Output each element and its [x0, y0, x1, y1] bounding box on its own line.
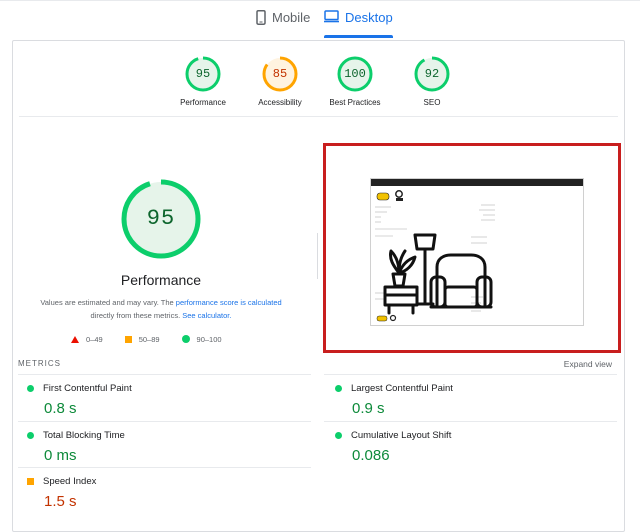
gauge-ring: 85 [262, 56, 298, 92]
status-dot-icon [27, 432, 34, 439]
gauge-best-practices[interactable]: 100 Best Practices [312, 56, 398, 107]
metric-cls: Cumulative Layout Shift 0.086 [335, 430, 615, 464]
gauge-label: SEO [423, 98, 441, 107]
legend-range: 90–100 [196, 334, 222, 344]
legend-pass: 90–100 [181, 332, 222, 346]
metric-value: 1.5 s [44, 493, 77, 510]
see-calculator-link[interactable]: See calculator. [182, 311, 231, 320]
status-dot-icon [335, 385, 342, 392]
active-tab-indicator [324, 35, 393, 38]
gauge-ring: 92 [414, 56, 450, 92]
metric-value: 0.9 s [352, 400, 385, 417]
metric-lcp: Largest Contentful Paint 0.9 s [335, 383, 615, 417]
page-screenshot-thumbnail[interactable] [370, 178, 584, 326]
mobile-phone-icon [256, 10, 266, 25]
gauge-performance[interactable]: 95 Performance [160, 56, 246, 107]
status-square-icon [27, 478, 34, 485]
score-calculated-link[interactable]: performance score is calculated [176, 298, 282, 307]
gauge-ring: 95 [185, 56, 221, 92]
tab-mobile[interactable]: Mobile [256, 10, 310, 38]
metric-fcp: First Contentful Paint 0.8 s [27, 383, 307, 417]
metrics-heading: METRICS [18, 359, 61, 368]
vertical-divider [317, 233, 318, 279]
legend-range: 0–49 [86, 334, 103, 344]
status-dot-icon [27, 385, 34, 392]
metric-divider [324, 374, 617, 375]
metric-divider [18, 421, 311, 422]
legend-range: 50–89 [138, 334, 160, 344]
gauge-score: 95 [195, 67, 211, 81]
status-dot-icon [335, 432, 342, 439]
tab-desktop[interactable]: Desktop [324, 10, 393, 38]
metric-value: 0.8 s [44, 400, 77, 417]
metric-divider [18, 467, 311, 468]
gauge-accessibility[interactable]: 85 Accessibility [237, 56, 323, 107]
gauge-seo[interactable]: 92 SEO [389, 56, 475, 107]
score-legend: 0–49 50–89 90–100 [71, 332, 222, 346]
performance-score: 95 [146, 206, 176, 231]
metric-divider [18, 374, 311, 375]
note-text: directly from these metrics. [90, 311, 183, 320]
tab-mobile-label: Mobile [272, 10, 311, 25]
square-icon [124, 335, 132, 343]
desktop-monitor-icon [324, 10, 339, 23]
category-gauges: 95 Performance 85 Accessibility 100 Best… [13, 56, 624, 116]
metric-divider [324, 421, 617, 422]
furniture-armchair-lamp-icon [375, 190, 495, 322]
report-card: 95 Performance 85 Accessibility 100 Best… [12, 40, 625, 532]
metric-name: Cumulative Layout Shift [351, 430, 452, 441]
expand-view-toggle[interactable]: Expand view [564, 359, 612, 369]
metric-name: Total Blocking Time [43, 430, 125, 441]
gauges-divider [19, 116, 618, 117]
gauge-ring: 100 [337, 56, 373, 92]
metric-tbt: Total Blocking Time 0 ms [27, 430, 307, 464]
legend-average: 50–89 [124, 332, 160, 346]
metric-name: First Contentful Paint [43, 383, 132, 394]
performance-gauge: 95 [121, 179, 201, 259]
note-text: Values are estimated and may vary. The [40, 298, 176, 307]
triangle-icon [71, 335, 79, 343]
circle-icon [181, 335, 190, 343]
metric-value: 0.086 [352, 447, 390, 464]
device-tabs: Mobile Desktop [0, 0, 640, 38]
performance-note: Values are estimated and may vary. The p… [31, 296, 291, 322]
legend-fail: 0–49 [71, 332, 103, 346]
gauge-score: 100 [344, 67, 366, 81]
gauge-score: 92 [424, 67, 440, 81]
gauge-label: Accessibility [258, 98, 302, 107]
metric-name: Speed Index [43, 476, 97, 487]
metric-name: Largest Contentful Paint [351, 383, 453, 394]
gauge-label: Best Practices [329, 98, 381, 107]
gauge-score: 85 [272, 67, 288, 81]
metric-speed-index: Speed Index 1.5 s [27, 476, 307, 510]
tab-desktop-label: Desktop [345, 10, 393, 25]
gauge-label: Performance [180, 98, 226, 107]
metric-value: 0 ms [44, 447, 77, 464]
performance-title: Performance [120, 272, 202, 288]
